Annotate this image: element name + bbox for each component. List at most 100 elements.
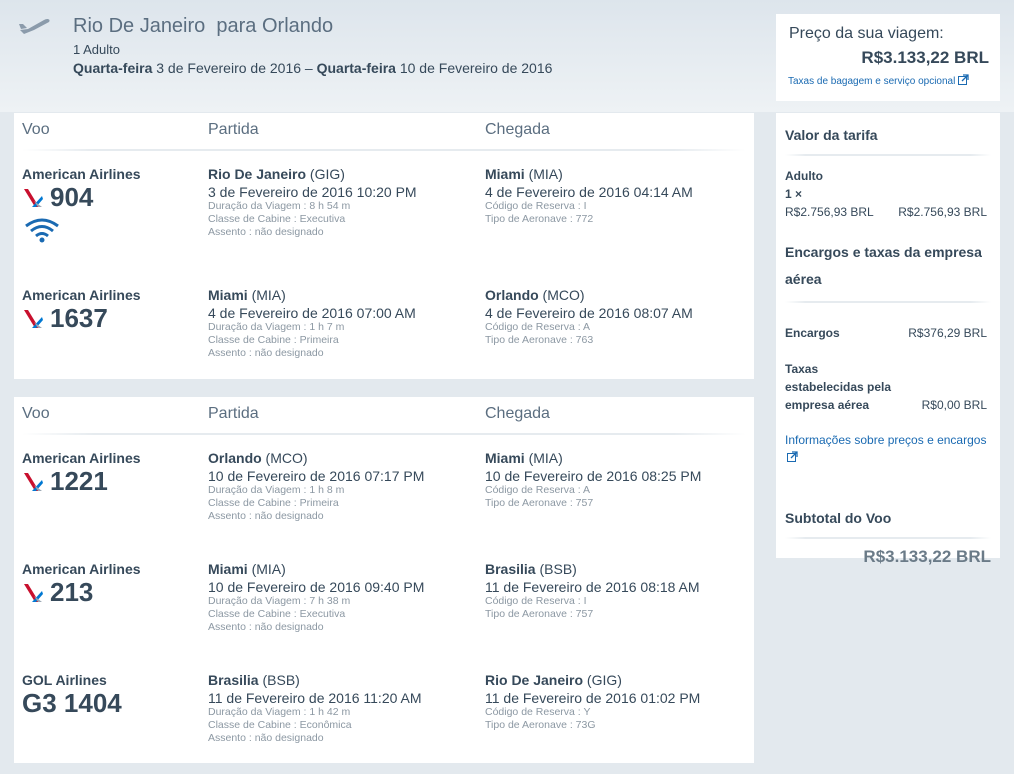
outbound-table-header: Voo Partida Chegada: [14, 113, 754, 151]
flight-number: 1221: [22, 466, 108, 497]
arrival-airport-code: (MCO): [538, 287, 585, 303]
wifi-icon: [25, 218, 59, 243]
fare-divider: [785, 301, 991, 303]
return-date: 10 de Fevereiro de 2016: [395, 60, 553, 76]
fare-divider: [785, 154, 991, 156]
departure-info: Rio De Janeiro (GIG) 3 de Fevereiro de 20…: [208, 166, 417, 239]
booking-code: Código de Reserva : I: [485, 595, 587, 607]
flight-number: G3 1404: [22, 688, 122, 719]
arrival-info: Miami (MIA) 10 de Fevereiro de 2016 08:25…: [485, 450, 701, 510]
aircraft-type: Tipo de Aeronave : 772: [485, 213, 594, 225]
trip-dates: Quarta-feira 3 de Fevereiro de 2016 – Qu…: [73, 60, 552, 76]
header-divider: [22, 433, 746, 435]
arrival-airport-code: (GIG): [583, 672, 622, 688]
col-flight: Voo: [22, 121, 50, 138]
arrival-info: Miami (MIA) 4 de Fevereiro de 2016 04:14 …: [485, 166, 693, 226]
aircraft-type: Tipo de Aeronave : 757: [485, 608, 594, 620]
aircraft-type: Tipo de Aeronave : 763: [485, 334, 594, 346]
aa-logo-icon: [24, 583, 43, 602]
arrival-city-name: Orlando: [485, 287, 539, 303]
flight-number-text: G3 1404: [22, 688, 122, 718]
baggage-fees-link[interactable]: Taxas de bagagem e serviço opcional: [788, 74, 969, 87]
departure-airport-code: (GIG): [306, 166, 345, 182]
departure-time: 10 de Fevereiro de 2016 09:40 PM: [208, 579, 425, 595]
col-flight: Voo: [22, 405, 50, 422]
departure-time: 3 de Fevereiro de 2016 10:20 PM: [208, 184, 417, 200]
departure-city: Orlando (MCO): [208, 450, 424, 466]
booking-code: Código de Reserva : I: [485, 200, 587, 212]
cabin-class: Classe de Cabine : Primeira: [208, 497, 339, 509]
col-arrival: Chegada: [485, 121, 550, 138]
arrival-city: Miami (MIA): [485, 166, 693, 182]
arrival-city: Brasilia (BSB): [485, 561, 700, 577]
external-link-icon[interactable]: [787, 451, 798, 462]
arrival-info: Rio De Janeiro (GIG) 11 de Fevereiro de 2…: [485, 672, 700, 732]
carrier-taxes-label-2: estabelecidas pela: [785, 380, 892, 394]
flight-number-text: 1221: [50, 466, 108, 496]
arrival-city-name: Miami: [485, 450, 525, 466]
aa-logo-icon: [24, 188, 43, 207]
return-table-header: Voo Partida Chegada: [14, 397, 754, 435]
duration: Duração da Viagem : 8 h 54 m: [208, 200, 351, 212]
departure-info: Brasilia (BSB) 11 de Fevereiro de 2016 11…: [208, 672, 422, 745]
departure-city: Brasilia (BSB): [208, 672, 422, 688]
departure-airport-code: (BSB): [258, 672, 300, 688]
departure-airport-code: (MIA): [247, 287, 286, 303]
departure-airport-code: (MIA): [247, 561, 286, 577]
booking-code: Código de Reserva : Y: [485, 706, 591, 718]
booking-code: Código de Reserva : A: [485, 484, 591, 496]
arrival-airport-code: (MIA): [524, 450, 563, 466]
seat: Assento : não designado: [208, 226, 324, 238]
flight-number-text: 213: [50, 577, 94, 607]
aircraft-type: Tipo de Aeronave : 757: [485, 497, 594, 509]
departure-airport-code: (MCO): [261, 450, 308, 466]
flight-number: 1637: [22, 303, 108, 334]
adult-qty: 1 ×: [785, 187, 803, 201]
depart-date: 3 de Fevereiro de 2016 –: [152, 60, 317, 76]
flight-number: 213: [22, 577, 93, 608]
trip-price-amount: R$3.133,22 BRL: [861, 48, 989, 67]
adult-unit-price: R$2.756,93 BRL: [785, 205, 874, 219]
arrival-city-name: Brasilia: [485, 561, 536, 577]
adult-label: Adulto: [785, 169, 823, 183]
seat: Assento : não designado: [208, 510, 324, 522]
booking-code: Código de Reserva : A: [485, 321, 591, 333]
arrival-time: 11 de Fevereiro de 2016 01:02 PM: [485, 690, 701, 706]
trip-price-label: Preço da sua viagem:: [789, 25, 944, 42]
external-link-icon[interactable]: [958, 74, 969, 85]
passenger-count: 1 Adulto: [73, 42, 120, 57]
col-departure: Partida: [208, 405, 259, 422]
seat: Assento : não designado: [208, 621, 324, 633]
fare-summary: Valor da tarifa Adulto 1 × R$2.756,93 BR…: [776, 113, 1000, 566]
baggage-fees-label[interactable]: Taxas de bagagem e serviço opcional: [788, 76, 955, 87]
pricing-info-link[interactable]: Informações sobre preços e encargos: [785, 432, 995, 466]
cabin-class: Classe de Cabine : Econômica: [208, 719, 352, 731]
aa-logo-icon: [24, 309, 43, 328]
departure-city-name: Orlando: [208, 450, 262, 466]
return-day: Quarta-feira: [316, 60, 396, 76]
departure-info: Miami (MIA) 10 de Fevereiro de 2016 09:40…: [208, 561, 424, 634]
seat: Assento : não designado: [208, 732, 324, 744]
cabin-class: Classe de Cabine : Executiva: [208, 213, 346, 225]
charges-label: Encargos: [785, 326, 840, 340]
charges-value: R$376,29 BRL: [908, 326, 987, 340]
flight-number-text: 904: [50, 182, 94, 212]
departure-city-name: Brasilia: [208, 672, 259, 688]
airline-name: American Airlines: [22, 287, 141, 303]
airline-name: American Airlines: [22, 561, 141, 577]
aircraft-type: Tipo de Aeronave : 73G: [485, 719, 596, 731]
duration: Duração da Viagem : 7 h 38 m: [208, 595, 351, 607]
carrier-taxes-label-3: empresa aérea: [785, 398, 870, 412]
arrival-city-name: Miami: [485, 166, 525, 182]
arrival-city: Orlando (MCO): [485, 287, 693, 303]
subtotal-label: Subtotal do Voo: [785, 510, 892, 526]
duration: Duração da Viagem : 1 h 8 m: [208, 484, 345, 496]
departure-city-name: Miami: [208, 287, 248, 303]
cabin-class: Classe de Cabine : Primeira: [208, 334, 339, 346]
pricing-info-label[interactable]: Informações sobre preços e encargos: [785, 433, 986, 447]
col-arrival: Chegada: [485, 405, 550, 422]
departure-info: Miami (MIA) 4 de Fevereiro de 2016 07:00 …: [208, 287, 416, 360]
arrival-info: Orlando (MCO) 4 de Fevereiro de 2016 08:0…: [485, 287, 693, 347]
col-departure: Partida: [208, 121, 259, 138]
departure-time: 10 de Fevereiro de 2016 07:17 PM: [208, 468, 425, 484]
